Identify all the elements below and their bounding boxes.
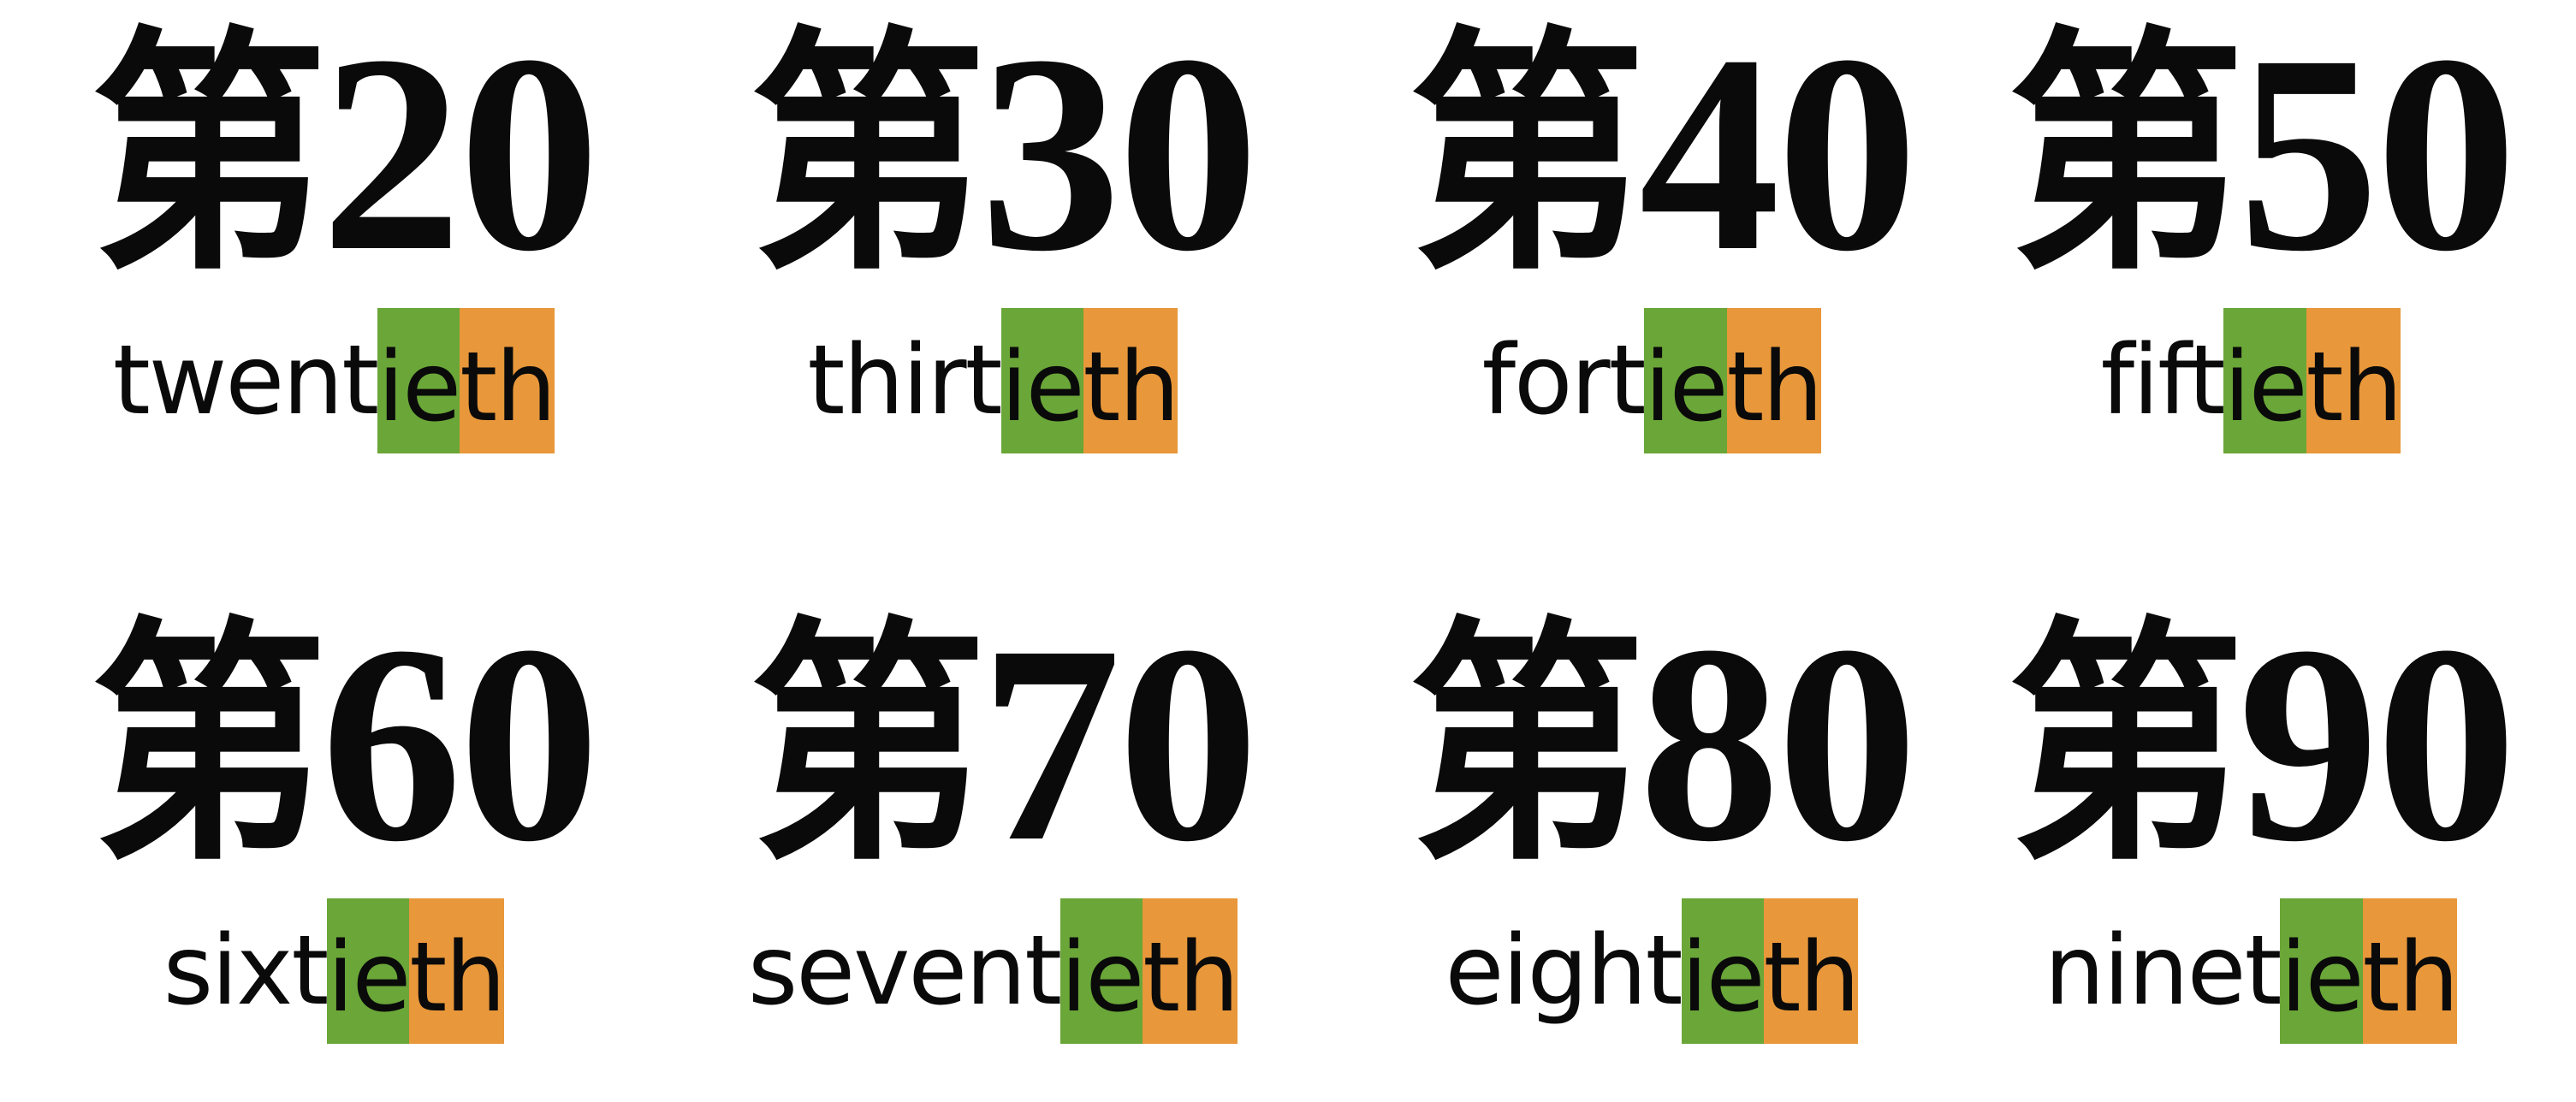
th-highlight: th — [1083, 308, 1179, 453]
th-highlight: th — [2362, 898, 2459, 1044]
ordinal-grid: 第20 twentieth 第30 thirtieth 第40 fortieth… — [0, 0, 2576, 1102]
ie-highlight: ie — [1681, 898, 1766, 1044]
th-highlight: th — [409, 898, 506, 1044]
th-highlight: th — [1726, 308, 1823, 453]
word-stem: thirt — [807, 325, 1003, 436]
ie-highlight: ie — [2223, 308, 2308, 453]
ordinal-title: 第90 — [1934, 588, 2567, 900]
th-highlight: th — [1763, 898, 1860, 1044]
ordinal-word: thirtieth — [676, 308, 1309, 453]
ordinal-prefix: 第 — [2008, 3, 2244, 305]
ordinal-title: 第40 — [1335, 0, 1968, 310]
ordinal-word: sixtieth — [17, 898, 650, 1044]
ordinal-word: fiftieth — [1934, 308, 2567, 453]
ordinal-word: seventieth — [676, 898, 1309, 1044]
ordinal-title: 第60 — [17, 588, 650, 900]
word-stem: ninet — [2044, 915, 2282, 1027]
word-stem: twent — [112, 325, 379, 436]
ie-highlight: ie — [377, 308, 461, 453]
ordinal-card-60: 第60 sixtieth — [17, 588, 650, 1095]
ordinal-word: twentieth — [17, 308, 650, 453]
word-stem: eight — [1445, 915, 1683, 1027]
ordinal-card-20: 第20 twentieth — [17, 0, 650, 505]
ordinal-title: 第50 — [1934, 0, 2567, 310]
ordinal-prefix: 第 — [1409, 3, 1645, 305]
ordinal-prefix: 第 — [750, 593, 986, 895]
ordinal-title: 第30 — [676, 0, 1309, 310]
ordinal-prefix: 第 — [1409, 593, 1645, 895]
ordinal-title: 第20 — [17, 0, 650, 310]
ordinal-card-30: 第30 thirtieth — [676, 0, 1309, 505]
th-highlight: th — [1143, 898, 1239, 1044]
ie-highlight: ie — [1644, 308, 1729, 453]
ordinal-number: 80 — [1639, 588, 1918, 900]
ie-highlight: ie — [2280, 898, 2365, 1044]
ordinal-prefix: 第 — [91, 3, 327, 305]
th-highlight: th — [460, 308, 556, 453]
ordinal-card-80: 第80 eightieth — [1335, 588, 1968, 1095]
ordinal-card-50: 第50 fiftieth — [1934, 0, 2567, 505]
ordinal-number: 90 — [2238, 588, 2517, 900]
ordinal-card-40: 第40 fortieth — [1335, 0, 1968, 505]
ordinal-prefix: 第 — [91, 593, 327, 895]
ordinal-prefix: 第 — [750, 3, 986, 305]
word-stem: sevent — [747, 915, 1062, 1027]
word-stem: fift — [2100, 325, 2226, 436]
word-stem: sixt — [163, 915, 329, 1027]
ordinal-title: 第80 — [1335, 588, 1968, 900]
ie-highlight: ie — [327, 898, 411, 1044]
ordinal-title: 第70 — [676, 588, 1309, 900]
th-highlight: th — [2306, 308, 2402, 453]
ie-highlight: ie — [1060, 898, 1144, 1044]
ordinal-word: eightieth — [1335, 898, 1968, 1044]
word-stem: fort — [1481, 325, 1647, 436]
ordinal-prefix: 第 — [2008, 593, 2244, 895]
ordinal-number: 70 — [980, 588, 1259, 900]
ordinal-word: ninetieth — [1934, 898, 2567, 1044]
ordinal-card-90: 第90 ninetieth — [1934, 588, 2567, 1095]
ordinal-card-70: 第70 seventieth — [676, 588, 1309, 1095]
ordinal-number: 40 — [1639, 0, 1918, 310]
ordinal-number: 20 — [321, 0, 600, 310]
ordinal-number: 60 — [321, 588, 600, 900]
ordinal-number: 50 — [2238, 0, 2517, 310]
ordinal-number: 30 — [980, 0, 1259, 310]
ordinal-word: fortieth — [1335, 308, 1968, 453]
ie-highlight: ie — [1000, 308, 1085, 453]
